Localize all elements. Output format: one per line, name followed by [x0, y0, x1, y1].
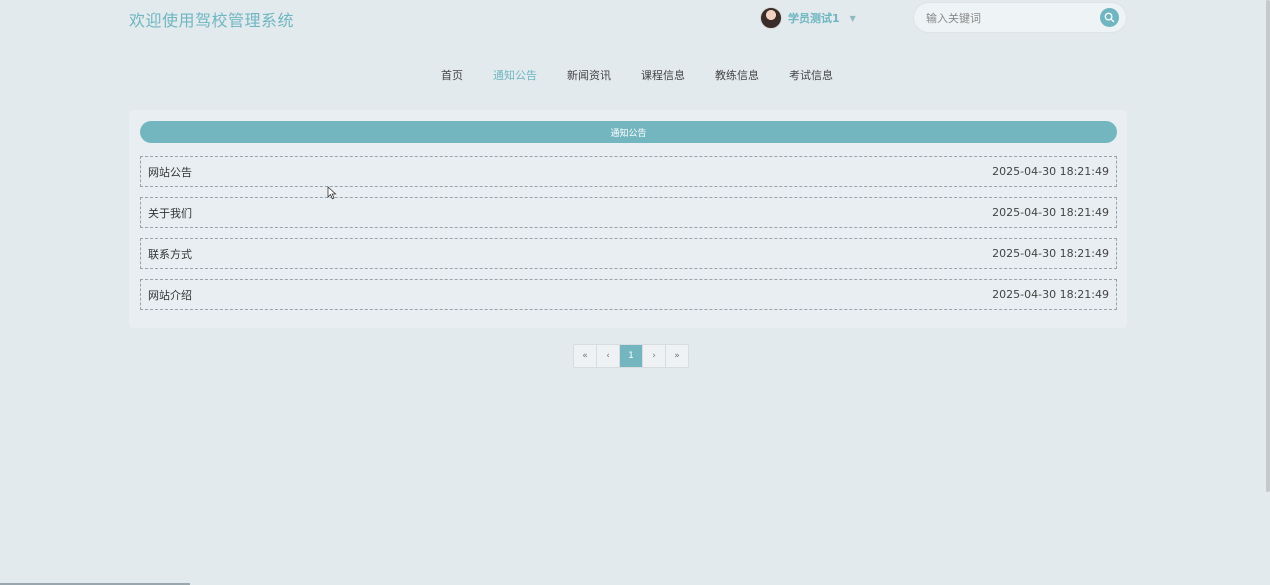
pagination: « ‹ 1 › » [573, 344, 689, 368]
notice-title[interactable]: 关于我们 [148, 205, 192, 221]
last-page-button[interactable]: » [666, 345, 688, 367]
mouse-pointer-icon [327, 186, 337, 200]
nav-home[interactable]: 首页 [441, 67, 463, 83]
next-page-button[interactable]: › [643, 345, 666, 367]
user-avatar[interactable] [760, 7, 782, 29]
prev-page-button[interactable]: ‹ [597, 345, 620, 367]
search-icon [1104, 12, 1115, 23]
user-name[interactable]: 学员测试1 [788, 10, 840, 26]
search-input[interactable] [924, 9, 1098, 27]
page-scrollbar[interactable] [1266, 0, 1270, 492]
user-menu[interactable]: 学员测试1 ▼ [760, 7, 856, 29]
current-page-button[interactable]: 1 [620, 345, 643, 367]
notice-title[interactable]: 网站介绍 [148, 287, 192, 303]
notice-item[interactable]: 关于我们 2025-04-30 18:21:49 [140, 197, 1117, 228]
search-box [914, 3, 1126, 32]
notice-list: 网站公告 2025-04-30 18:21:49 关于我们 2025-04-30… [140, 156, 1117, 320]
search-button[interactable] [1100, 8, 1119, 27]
caret-down-icon[interactable]: ▼ [850, 14, 856, 23]
nav-news[interactable]: 新闻资讯 [567, 67, 611, 83]
notice-item[interactable]: 联系方式 2025-04-30 18:21:49 [140, 238, 1117, 269]
first-page-button[interactable]: « [574, 345, 597, 367]
main-nav: 首页 通知公告 新闻资讯 课程信息 教练信息 考试信息 [0, 67, 1270, 83]
nav-courses[interactable]: 课程信息 [641, 67, 685, 83]
notice-title[interactable]: 网站公告 [148, 164, 192, 180]
site-title: 欢迎使用驾校管理系统 [129, 11, 295, 30]
notice-title[interactable]: 联系方式 [148, 246, 192, 262]
notice-date: 2025-04-30 18:21:49 [992, 206, 1109, 219]
notice-panel: 通知公告 网站公告 2025-04-30 18:21:49 关于我们 2025-… [129, 110, 1127, 328]
nav-exams[interactable]: 考试信息 [789, 67, 833, 83]
notice-date: 2025-04-30 18:21:49 [992, 247, 1109, 260]
nav-coaches[interactable]: 教练信息 [715, 67, 759, 83]
notice-item[interactable]: 网站介绍 2025-04-30 18:21:49 [140, 279, 1117, 310]
panel-title: 通知公告 [140, 121, 1117, 143]
notice-date: 2025-04-30 18:21:49 [992, 288, 1109, 301]
notice-date: 2025-04-30 18:21:49 [992, 165, 1109, 178]
page: 欢迎使用驾校管理系统 学员测试1 ▼ 首页 通知公告 新闻资讯 课程信息 教练信… [0, 0, 1270, 585]
nav-notices[interactable]: 通知公告 [493, 67, 537, 83]
notice-item[interactable]: 网站公告 2025-04-30 18:21:49 [140, 156, 1117, 187]
